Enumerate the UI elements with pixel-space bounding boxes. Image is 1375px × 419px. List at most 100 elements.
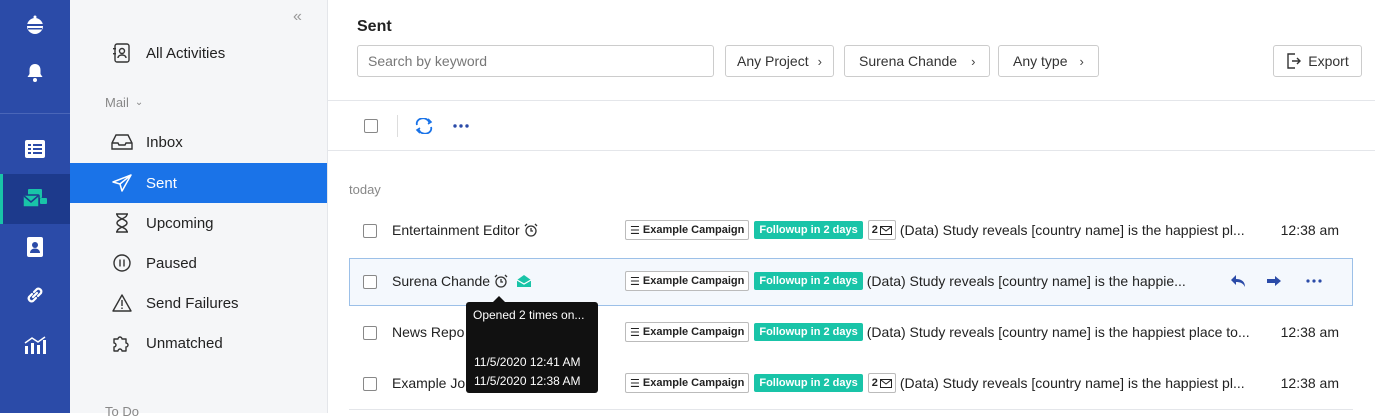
recipient-label: Entertainment Editor <box>392 222 520 238</box>
opened-envelope-icon[interactable] <box>516 274 532 288</box>
row-divider <box>349 409 1353 410</box>
more-options-icon[interactable] <box>1306 274 1322 288</box>
section-label: Mail <box>105 95 129 110</box>
campaign-tag[interactable]: ☰ Example Campaign <box>625 220 750 240</box>
bell-icon[interactable] <box>0 48 70 98</box>
message-count-badge: 2 <box>867 220 896 240</box>
sidebar-item-label: Unmatched <box>146 334 223 352</box>
sidebar: « All Activities Mail ⌄ Inbox Sent Upcom… <box>70 0 328 419</box>
followup-badge: Followup in 2 days <box>754 323 863 341</box>
rail-divider <box>0 113 70 114</box>
filter-label: Surena Chande <box>859 53 958 69</box>
warning-icon <box>110 291 134 315</box>
refresh-icon[interactable] <box>414 116 434 136</box>
sidebar-item-label: Send Failures <box>146 294 239 312</box>
row-meta: ☰ Example Campaign Followup in 2 days 2 (… <box>625 220 1245 240</box>
campaign-label: Example Campaign <box>642 275 745 287</box>
export-button[interactable]: Export <box>1273 45 1362 77</box>
row-checkbox[interactable] <box>363 275 377 289</box>
filter-type-button[interactable]: Any type › <box>998 45 1099 77</box>
sidebar-item-paused[interactable]: Paused <box>70 243 327 283</box>
sent-time: 12:38 am <box>1280 222 1339 238</box>
envelope-icon <box>879 378 892 388</box>
date-group-label: today <box>349 182 381 197</box>
recipient-label: Surena Chande <box>392 273 491 289</box>
filter-user-button[interactable]: Surena Chande › <box>844 45 991 77</box>
subject-text: (Data) Study reveals [country name] is t… <box>866 273 1186 289</box>
recipient-name: Surena Chande <box>392 273 532 289</box>
followup-badge: Followup in 2 days <box>754 374 863 392</box>
row-meta: ☰ Example Campaign Followup in 2 days (Da… <box>625 271 1186 291</box>
campaign-label: Example Campaign <box>642 224 745 236</box>
filter-label: Any type <box>1013 53 1068 69</box>
toolbar-divider <box>397 115 398 137</box>
list-icon: ☰ <box>630 377 640 390</box>
campaign-tag[interactable]: ☰ Example Campaign <box>625 271 750 291</box>
campaign-tag[interactable]: ☰ Example Campaign <box>625 373 750 393</box>
sidebar-section-todo[interactable]: To Do <box>105 404 139 419</box>
sidebar-item-label: Inbox <box>146 133 183 151</box>
row-actions <box>1230 274 1322 288</box>
hourglass-icon <box>110 211 134 235</box>
inbox-icon <box>110 130 134 154</box>
mail-stack-icon[interactable] <box>0 174 70 224</box>
subject-text: (Data) Study reveals [country name] is t… <box>866 324 1250 340</box>
row-checkbox[interactable] <box>363 224 377 238</box>
campaign-tag[interactable]: ☰ Example Campaign <box>625 322 750 342</box>
logo-icon[interactable] <box>0 0 70 50</box>
row-checkbox[interactable] <box>363 377 377 391</box>
list-icon: ☰ <box>630 224 640 237</box>
opened-tooltip: Opened 2 times on... 11/5/2020 12:41 AM … <box>466 296 598 393</box>
recipient-name: Entertainment Editor <box>392 222 538 238</box>
search-input[interactable] <box>357 45 714 77</box>
campaign-label: Example Campaign <box>642 326 745 338</box>
export-label: Export <box>1308 53 1349 69</box>
count-label: 2 <box>871 377 878 389</box>
recipient-name: News Repo <box>392 324 464 340</box>
sidebar-item-label: All Activities <box>146 44 226 62</box>
subject-text: (Data) Study reveals [country name] is t… <box>899 222 1245 238</box>
more-options-icon[interactable] <box>451 116 471 136</box>
alarm-clock-icon <box>494 274 508 288</box>
recipient-label: Example Jo <box>392 375 466 391</box>
table-row[interactable]: Entertainment Editor ☰ Example Campaign F… <box>349 207 1353 255</box>
filter-project-button[interactable]: Any Project › <box>725 45 834 77</box>
chevron-right-icon: › <box>971 53 976 69</box>
sidebar-item-upcoming[interactable]: Upcoming <box>70 203 327 243</box>
sidebar-item-unmatched[interactable]: Unmatched <box>70 323 327 363</box>
envelope-icon <box>879 225 892 235</box>
sidebar-item-label: Upcoming <box>146 214 214 232</box>
tooltip-open-time: 11/5/2020 12:41 AM <box>474 355 581 369</box>
paper-plane-icon <box>110 171 134 195</box>
row-meta: ☰ Example Campaign Followup in 2 days 2 (… <box>625 373 1245 393</box>
header-divider <box>328 100 1375 101</box>
recipient-label: News Repo <box>392 324 465 340</box>
reply-icon[interactable] <box>1230 274 1246 288</box>
list-icon: ☰ <box>630 326 640 339</box>
row-meta: ☰ Example Campaign Followup in 2 days (Da… <box>625 322 1250 342</box>
followup-badge: Followup in 2 days <box>754 272 863 290</box>
row-checkbox[interactable] <box>363 326 377 340</box>
chevron-down-icon: ⌄ <box>134 97 144 108</box>
forward-icon[interactable] <box>1266 274 1282 288</box>
contact-icon[interactable] <box>0 222 70 272</box>
pause-circle-icon <box>110 251 134 275</box>
followup-badge: Followup in 2 days <box>754 221 863 239</box>
link-icon[interactable] <box>0 270 70 320</box>
chevron-right-icon: › <box>817 53 822 69</box>
analytics-icon[interactable] <box>0 320 70 370</box>
sidebar-item-all-activities[interactable]: All Activities <box>70 33 327 73</box>
sidebar-section-mail[interactable]: Mail ⌄ <box>105 95 143 110</box>
sidebar-item-inbox[interactable]: Inbox <box>70 122 327 162</box>
alarm-clock-icon <box>524 223 538 237</box>
sidebar-item-sent[interactable]: Sent <box>70 163 327 203</box>
tooltip-title: Opened 2 times on... <box>473 308 585 322</box>
list-icon[interactable] <box>0 124 70 174</box>
sidebar-item-send-failures[interactable]: Send Failures <box>70 283 327 323</box>
count-label: 2 <box>871 224 878 236</box>
select-all-checkbox[interactable] <box>364 119 378 133</box>
collapse-sidebar-icon[interactable]: « <box>293 8 302 26</box>
contact-card-icon <box>110 41 134 65</box>
filter-label: Any Project <box>737 53 809 69</box>
tooltip-open-time: 11/5/2020 12:38 AM <box>474 374 581 388</box>
